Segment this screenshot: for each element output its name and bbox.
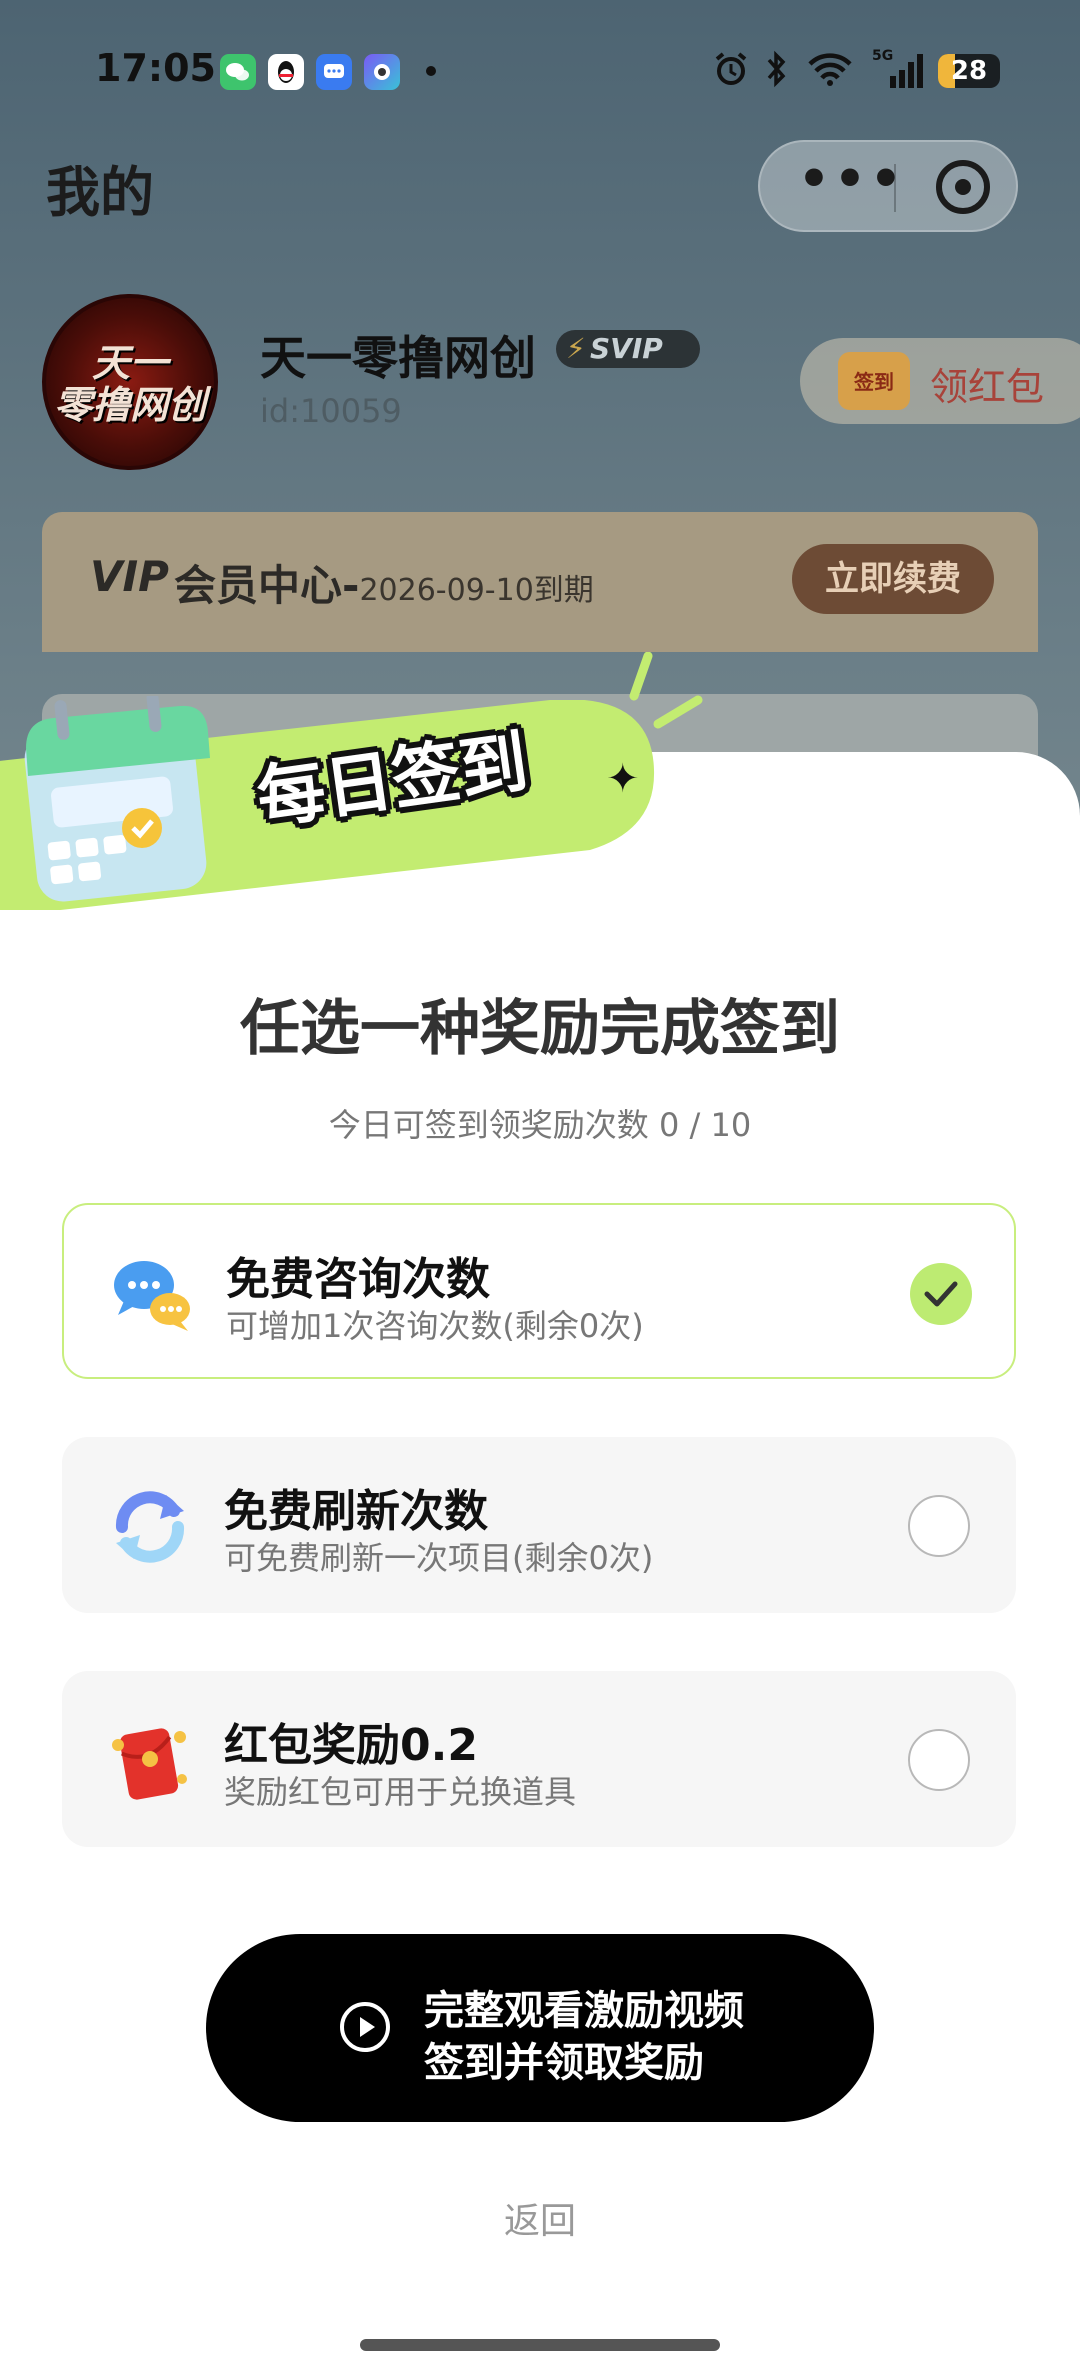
svg-text:5G: 5G	[872, 48, 893, 64]
message-icon	[316, 54, 352, 90]
calendar-icon	[24, 696, 210, 902]
svip-badge-label: SVIP	[590, 332, 663, 365]
option-radio[interactable]	[908, 1729, 970, 1791]
home-indicator[interactable]	[360, 2339, 720, 2351]
mini-program-capsule: •••	[758, 140, 1018, 232]
user-id: id:10059	[260, 392, 402, 430]
vip-center-title: 会员中心-2026-09-10到期	[174, 552, 594, 613]
capsule-divider	[894, 164, 896, 212]
watch-button-line1: 完整观看激励视频	[424, 1988, 744, 2034]
option-desc: 可免费刷新一次项目(剩余0次)	[224, 1539, 654, 1577]
sparkle-icon: ✦	[606, 756, 640, 802]
option-radio[interactable]	[908, 1495, 970, 1557]
watch-button-line2: 签到并领取奖励	[424, 2040, 704, 2086]
get-redpacket-button[interactable]: 签到 领红包	[800, 338, 1080, 424]
chat-bubbles-icon	[114, 1261, 190, 1331]
qq-icon	[268, 54, 304, 90]
option-desc: 可增加1次咨询次数(剩余0次)	[226, 1307, 644, 1345]
play-circle-icon	[340, 2002, 390, 2052]
red-envelope-icon	[112, 1728, 187, 1800]
lightning-icon: ⚡	[566, 332, 586, 365]
option-free-consult[interactable]: 免费咨询次数 可增加1次咨询次数(剩余0次)	[62, 1203, 1016, 1379]
checkmark-icon	[924, 1281, 958, 1307]
avatar-text: 天一 零撸网创	[53, 341, 206, 427]
close-mini-program-icon[interactable]	[936, 160, 990, 214]
option-desc: 奖励红包可用于兑换道具	[224, 1773, 577, 1811]
watch-video-checkin-button[interactable]: 完整观看激励视频 签到并领取奖励	[206, 1934, 874, 2122]
vip-logo-icon: VIP	[90, 552, 169, 601]
option-free-refresh[interactable]: 免费刷新次数 可免费刷新一次项目(剩余0次)	[62, 1437, 1016, 1613]
checkin-count-text: 今日可签到领奖励次数 0 / 10	[328, 1106, 752, 1144]
refresh-icon	[115, 1491, 185, 1563]
wifi-icon	[806, 50, 854, 96]
more-menu-icon[interactable]: •••	[798, 150, 906, 208]
alarm-icon	[712, 50, 750, 96]
sheet-title: 任选一种奖励完成签到	[240, 994, 840, 1064]
wechat-icon	[220, 54, 256, 90]
option-title: 红包奖励0.2	[224, 1720, 478, 1771]
option-title: 免费咨询次数	[226, 1254, 490, 1305]
vip-expiry: 2026-09-10到期	[359, 573, 594, 608]
camera-app-icon	[364, 54, 400, 90]
status-bar: 17:05 5G 28	[0, 0, 1080, 140]
vip-center-card[interactable]: VIP 会员中心-2026-09-10到期 立即续费	[42, 512, 1038, 652]
option-radio-checked[interactable]	[910, 1263, 972, 1325]
option-red-envelope[interactable]: 红包奖励0.2 奖励红包可用于兑换道具	[62, 1671, 1016, 1847]
avatar[interactable]: 天一 零撸网创	[42, 294, 218, 470]
renew-button[interactable]: 立即续费	[792, 544, 994, 614]
svip-badge: ⚡ SVIP	[556, 330, 700, 368]
battery-percent: 28	[950, 56, 988, 86]
page-title: 我的	[46, 161, 154, 224]
username: 天一零撸网创	[260, 331, 536, 385]
back-link[interactable]: 返回	[0, 2192, 1080, 2244]
get-redpacket-label: 领红包	[930, 365, 1045, 409]
more-notifications-dot	[426, 66, 436, 76]
vip-title-text: 会员中心-	[174, 561, 360, 610]
option-title: 免费刷新次数	[224, 1486, 488, 1537]
status-time: 17:05	[95, 46, 216, 90]
bluetooth-icon	[764, 50, 790, 96]
signal-icon: 5G	[870, 46, 926, 98]
battery-indicator: 28	[938, 54, 1000, 88]
sparkle-rays-icon	[629, 652, 703, 729]
checkin-badge-label: 签到	[854, 370, 894, 394]
checkin-badge-icon: 签到	[838, 352, 910, 410]
